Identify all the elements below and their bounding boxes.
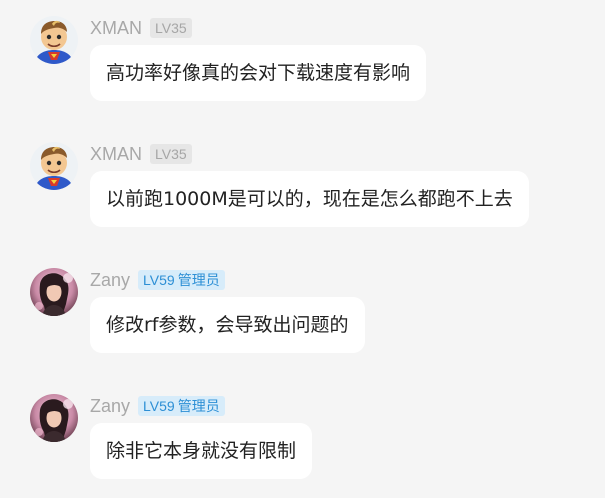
message-header: Zany LV59 管理员 xyxy=(90,394,225,418)
message-header: XMAN LV35 xyxy=(90,142,192,166)
level-label: LV59 xyxy=(143,272,175,288)
admin-level-badge: LV59 管理员 xyxy=(138,396,225,416)
level-badge: LV35 xyxy=(150,144,192,164)
username[interactable]: XMAN xyxy=(90,16,142,40)
pink-portrait-avatar-icon[interactable] xyxy=(30,394,78,442)
superman-avatar-icon[interactable] xyxy=(30,16,78,64)
pink-portrait-avatar-icon[interactable] xyxy=(30,268,78,316)
message-header: Zany LV59 管理员 xyxy=(90,268,225,292)
role-label: 管理员 xyxy=(177,272,220,288)
level-badge: LV35 xyxy=(150,18,192,38)
message-bubble[interactable]: 除非它本身就没有限制 xyxy=(90,423,313,479)
level-label: LV35 xyxy=(155,20,187,36)
level-label: LV59 xyxy=(143,398,175,414)
username[interactable]: Zany xyxy=(90,394,130,418)
message-bubble[interactable]: 修改rf参数，会导致出问题的 xyxy=(90,297,365,353)
message-bubble[interactable]: 高功率好像真的会对下载速度有影响 xyxy=(90,45,427,101)
username[interactable]: Zany xyxy=(90,268,130,292)
admin-level-badge: LV59 管理员 xyxy=(138,270,225,290)
message-bubble[interactable]: 以前跑1000M是可以的，现在是怎么都跑不上去 xyxy=(90,171,529,227)
role-label: 管理员 xyxy=(177,398,220,414)
message-header: XMAN LV35 xyxy=(90,16,192,40)
level-label: LV35 xyxy=(155,146,187,162)
superman-avatar-icon[interactable] xyxy=(30,142,78,190)
username[interactable]: XMAN xyxy=(90,142,142,166)
